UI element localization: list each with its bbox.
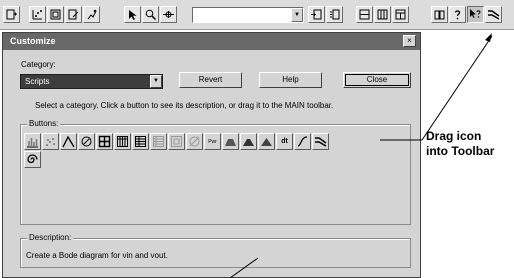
annotation-arrows: [229, 33, 493, 278]
bottom-line: [229, 257, 259, 278]
arrowhead-icon: [485, 33, 492, 42]
arrow-line: [421, 35, 493, 141]
